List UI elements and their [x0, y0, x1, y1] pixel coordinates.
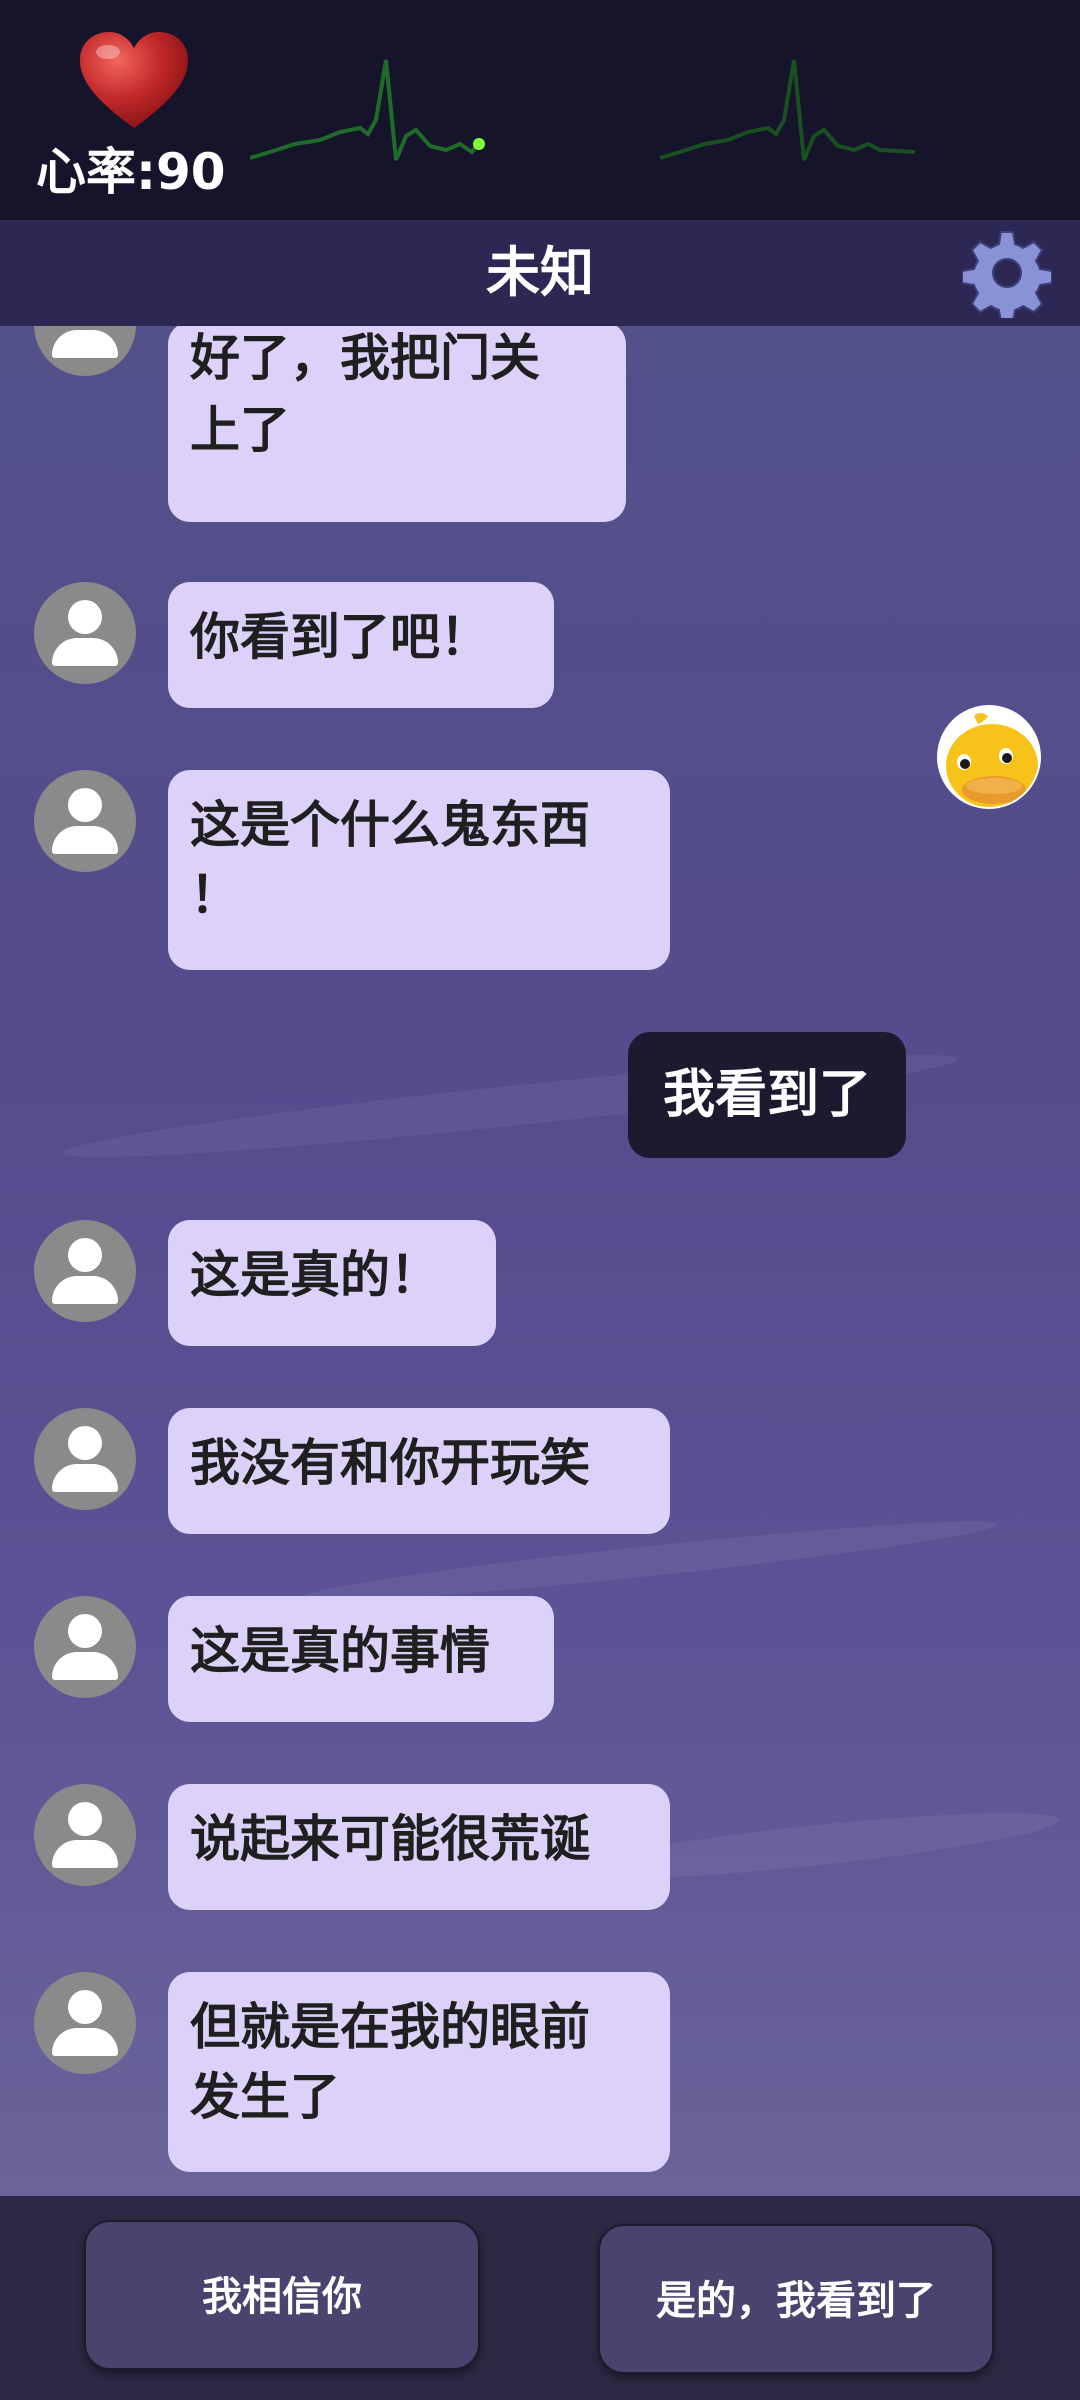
heart-rate-hud: 心率:90	[0, 0, 1080, 220]
message-bubble: 你看到了吧！	[168, 582, 554, 708]
message-bubble: 这是真的！	[168, 1220, 496, 1346]
gear-icon[interactable]	[962, 228, 1052, 318]
message-bubble: 我没有和你开玩笑	[168, 1408, 670, 1534]
choice-button-saw-it[interactable]: 是的，我看到了	[598, 2224, 994, 2374]
ecg-waveform	[250, 59, 916, 161]
contact-name: 未知	[486, 241, 594, 304]
message-bubble: 好了，我把门关 上了	[168, 326, 626, 522]
chat-log[interactable]: 好了，我把门关 上了 你看到了吧！ 这是个什么鬼东西 ！ 我看到了 这是真的！ …	[0, 326, 1080, 2196]
contact-avatar	[34, 1220, 136, 1322]
my-message-bubble: 我看到了	[628, 1032, 906, 1158]
contact-avatar	[34, 770, 136, 872]
message-bubble: 这是个什么鬼东西 ！	[168, 770, 670, 970]
choice-bar: 我相信你 是的，我看到了	[0, 2196, 1080, 2400]
message-bubble: 说起来可能很荒诞	[168, 1784, 670, 1910]
contact-avatar	[34, 1596, 136, 1698]
contact-avatar	[34, 582, 136, 684]
contact-avatar	[34, 1972, 136, 2074]
chat-header: 未知	[0, 220, 1080, 326]
choice-button-believe[interactable]: 我相信你	[84, 2220, 480, 2370]
heart-rate-label: 心率:90	[36, 143, 226, 201]
duck-avatar	[937, 705, 1041, 809]
contact-avatar	[34, 1408, 136, 1510]
contact-avatar	[34, 1784, 136, 1886]
message-bubble: 但就是在我的眼前 发生了	[168, 1972, 670, 2172]
heart-icon	[80, 32, 188, 128]
contact-avatar	[34, 326, 136, 376]
message-bubble: 这是真的事情	[168, 1596, 554, 1722]
